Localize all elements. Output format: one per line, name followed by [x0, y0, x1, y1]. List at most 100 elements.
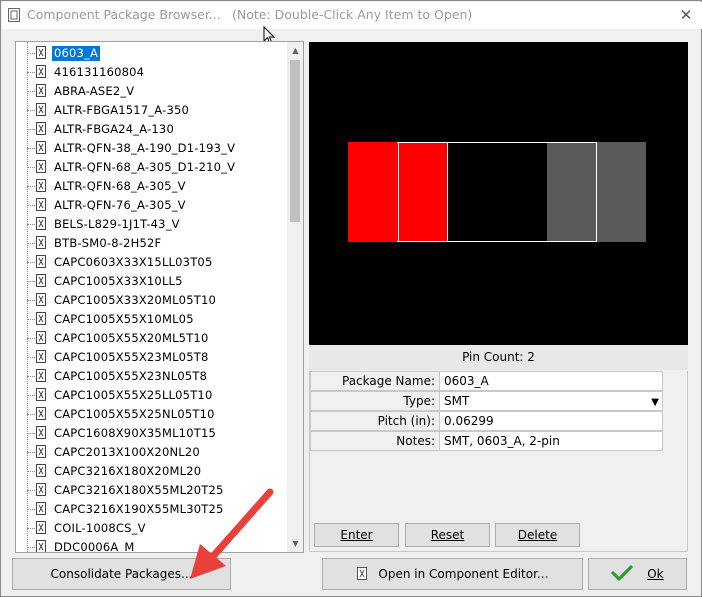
- tree-item-label: CAPC0603X33X15LL03T05: [54, 255, 213, 269]
- delete-button-label: Delete: [517, 528, 558, 542]
- package-file-icon: [36, 141, 46, 154]
- tree-item[interactable]: ALTR-QFN-38_A-190_D1-193_V: [16, 139, 286, 158]
- pitch-field[interactable]: 0.06299: [440, 411, 663, 431]
- chevron-down-icon[interactable]: ▼: [651, 394, 659, 412]
- tree-item[interactable]: BTB-SM0-8-2H52F: [16, 234, 286, 253]
- tree-item[interactable]: CAPC1005X55X10ML05: [16, 310, 286, 329]
- tree-item[interactable]: 0603_A: [16, 44, 286, 63]
- reset-button-label: Reset: [430, 528, 465, 542]
- delete-button[interactable]: Delete: [495, 523, 580, 547]
- properties-grid: Package Name: 0603_A Type: SMT ▼ Pitch (…: [310, 371, 663, 451]
- tree-item[interactable]: CAPC1005X55X25LL05T10: [16, 386, 286, 405]
- ok-button[interactable]: Ok: [588, 558, 687, 590]
- reset-button[interactable]: Reset: [405, 523, 490, 547]
- annotation-arrow-icon: [190, 488, 274, 579]
- prop-row-type: Type: SMT ▼: [310, 391, 663, 411]
- package-file-icon: [36, 217, 46, 230]
- tree-item[interactable]: ABRA-ASE2_V: [16, 82, 286, 101]
- component-icon: [356, 567, 367, 580]
- package-file-icon: [36, 179, 46, 192]
- tree-item[interactable]: ALTR-FBGA24_A-130: [16, 120, 286, 139]
- enter-button[interactable]: Enter: [314, 523, 399, 547]
- package-file-icon: [36, 464, 46, 477]
- package-file-icon: [36, 65, 46, 78]
- tree-item-label: ABRA-ASE2_V: [54, 84, 135, 98]
- tree-item-label: CAPC3216X180X20ML20: [54, 464, 202, 478]
- tree-item-label: CAPC1005X55X25NL05T10: [54, 407, 215, 421]
- tree-item-label: ALTR-FBGA1517_A-350: [54, 103, 189, 117]
- tree-item-label: CAPC1608X90X35ML10T15: [54, 426, 216, 440]
- tree-item[interactable]: CAPC1005X33X10LL5: [16, 272, 286, 291]
- prop-label: Pitch (in):: [310, 411, 440, 431]
- tree-item-label: CAPC1005X55X10ML05: [54, 312, 194, 326]
- package-tree[interactable]: 0603_A 416131160804 ABRA-ASE2_V ALTR-FBGA15…: [15, 41, 304, 553]
- pin-count: Pin Count: 2: [309, 345, 688, 370]
- tree-item-label: CAPC1005X33X10LL5: [54, 274, 183, 288]
- open-component-editor-button[interactable]: Open in Component Editor...: [322, 558, 583, 590]
- tree-item[interactable]: ALTR-QFN-68_A-305_V: [16, 177, 286, 196]
- tree-item[interactable]: BELS-L829-1J1T-43_V: [16, 215, 286, 234]
- package-file-icon: [36, 255, 46, 268]
- tree-item-label: ALTR-QFN-68_A-305_D1-210_V: [54, 160, 236, 174]
- enter-button-label: Enter: [340, 528, 373, 542]
- prop-label: Notes:: [310, 431, 440, 451]
- package-file-icon: [36, 483, 46, 496]
- close-button[interactable]: ✕: [676, 5, 696, 25]
- tree-item-label: CAPC1005X55X20ML5T10: [54, 331, 209, 345]
- tree-item-label: CAPC1005X55X23ML05T8: [54, 350, 209, 364]
- tree-item[interactable]: CAPC1608X90X35ML10T15: [16, 424, 286, 443]
- consolidate-packages-label: Consolidate Packages...: [50, 567, 193, 581]
- tree-scrollbar[interactable]: ▲ ▼: [287, 42, 303, 552]
- package-file-icon: [36, 426, 46, 439]
- scroll-up-icon[interactable]: ▲: [287, 42, 303, 59]
- ok-label: Ok: [647, 567, 664, 581]
- tree-item[interactable]: CAPC0603X33X15LL03T05: [16, 253, 286, 272]
- package-file-icon: [36, 407, 46, 420]
- tree-item[interactable]: ALTR-QFN-68_A-305_D1-210_V: [16, 158, 286, 177]
- package-file-icon: [36, 160, 46, 173]
- tree-item[interactable]: CAPC1005X55X23NL05T8: [16, 367, 286, 386]
- notes-field[interactable]: SMT, 0603_A, 2-pin: [440, 431, 663, 451]
- tree-item[interactable]: CAPC3216X180X20ML20: [16, 462, 286, 481]
- package-name-field[interactable]: 0603_A: [440, 371, 663, 391]
- prop-label: Package Name:: [310, 371, 440, 391]
- pad-2-right: [597, 142, 646, 242]
- pad-1-left: [348, 142, 398, 242]
- tree-item-label: ALTR-FBGA24_A-130: [54, 122, 174, 136]
- tree-item-label: BELS-L829-1J1T-43_V: [54, 217, 180, 231]
- tree-item[interactable]: CAPC1005X55X23ML05T8: [16, 348, 286, 367]
- prop-label: Type:: [310, 391, 440, 411]
- tree-item-label: CAPC1005X33X20ML05T10: [54, 293, 216, 307]
- package-file-icon: [36, 84, 46, 97]
- type-select-value: SMT: [444, 394, 470, 408]
- package-file-icon: [36, 103, 46, 116]
- package-file-icon: [36, 350, 46, 363]
- prop-row-notes: Notes: SMT, 0603_A, 2-pin: [310, 431, 663, 451]
- checkmark-icon: [611, 565, 633, 581]
- tree-item[interactable]: CAPC1005X55X20ML5T10: [16, 329, 286, 348]
- package-file-icon: [36, 331, 46, 344]
- package-file-icon: [36, 312, 46, 325]
- package-file-icon: [36, 46, 46, 59]
- package-file-icon: [36, 122, 46, 135]
- body-outline: [397, 142, 597, 242]
- tree-item[interactable]: ALTR-FBGA1517_A-350: [16, 101, 286, 120]
- tree-item-label: BTB-SM0-8-2H52F: [54, 236, 162, 250]
- package-file-icon: [36, 236, 46, 249]
- package-file-icon: [36, 198, 46, 211]
- package-file-icon: [36, 502, 46, 515]
- window-note: (Note: Double-Click Any Item to Open): [232, 7, 473, 22]
- scroll-down-icon[interactable]: ▼: [287, 535, 303, 552]
- properties-divider: [309, 551, 688, 552]
- tree-item[interactable]: CAPC2013X100X20NL20: [16, 443, 286, 462]
- scroll-thumb[interactable]: [290, 60, 300, 222]
- tree-item[interactable]: ALTR-QFN-76_A-305_V: [16, 196, 286, 215]
- tree-item[interactable]: 416131160804: [16, 63, 286, 82]
- prop-row-package-name: Package Name: 0603_A: [310, 371, 663, 391]
- tree-item[interactable]: CAPC1005X33X20ML05T10: [16, 291, 286, 310]
- package-list: 0603_A 416131160804 ABRA-ASE2_V ALTR-FBGA15…: [16, 42, 288, 552]
- close-icon: ✕: [679, 6, 693, 24]
- tree-item-label: ALTR-QFN-38_A-190_D1-193_V: [54, 141, 236, 155]
- type-select[interactable]: SMT ▼: [440, 391, 663, 411]
- tree-item[interactable]: CAPC1005X55X25NL05T10: [16, 405, 286, 424]
